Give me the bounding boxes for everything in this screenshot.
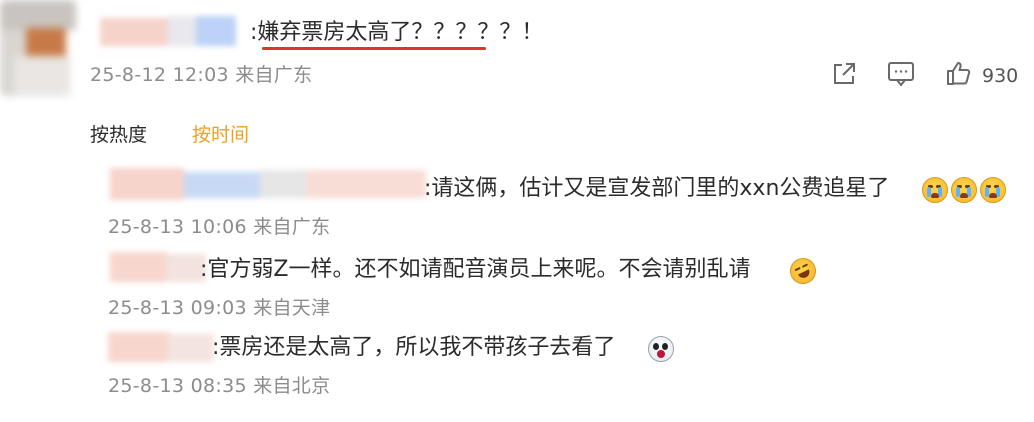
tab-sort-by-hot[interactable]: 按热度	[90, 123, 147, 147]
main-comment-text: :嫌弃票房太高了？？？？？！	[250, 20, 544, 45]
laughing-emoji	[785, 253, 821, 289]
crying-emoji	[951, 177, 977, 203]
reply-3-meta: 25-8-13 08:35 来自北京	[108, 375, 331, 397]
red-underline-highlight	[262, 47, 486, 50]
reply-3-text: :票房还是太高了，所以我不带孩子去看了	[212, 335, 616, 360]
comment-icon[interactable]	[886, 60, 916, 88]
crying-emoji	[922, 177, 948, 203]
username-blurred[interactable]	[100, 14, 250, 48]
crying-emoji	[980, 177, 1006, 203]
like-count: 930	[982, 65, 1019, 87]
avatar[interactable]	[0, 0, 76, 96]
reply-3-username-blurred[interactable]	[108, 330, 218, 366]
reply-2-meta: 25-8-13 09:03 来自天津	[108, 297, 331, 319]
reply-2-text: :官方弱Z一样。还不如请配音演员上来呢。不会请别乱请	[200, 257, 751, 282]
share-icon[interactable]	[830, 60, 858, 88]
scared-emoji	[648, 336, 674, 362]
reply-1-username-blurred[interactable]	[110, 166, 430, 204]
like-icon[interactable]	[944, 59, 972, 87]
main-comment-meta: 25-8-12 12:03 来自广东	[90, 64, 313, 86]
reply-1-text: :请这俩，估计又是宣发部门里的xxn公费追星了	[424, 176, 890, 201]
reply-2-username-blurred[interactable]	[110, 250, 210, 286]
tab-sort-by-time[interactable]: 按时间	[192, 123, 249, 147]
reply-1-meta: 25-8-13 10:06 来自广东	[108, 216, 331, 238]
